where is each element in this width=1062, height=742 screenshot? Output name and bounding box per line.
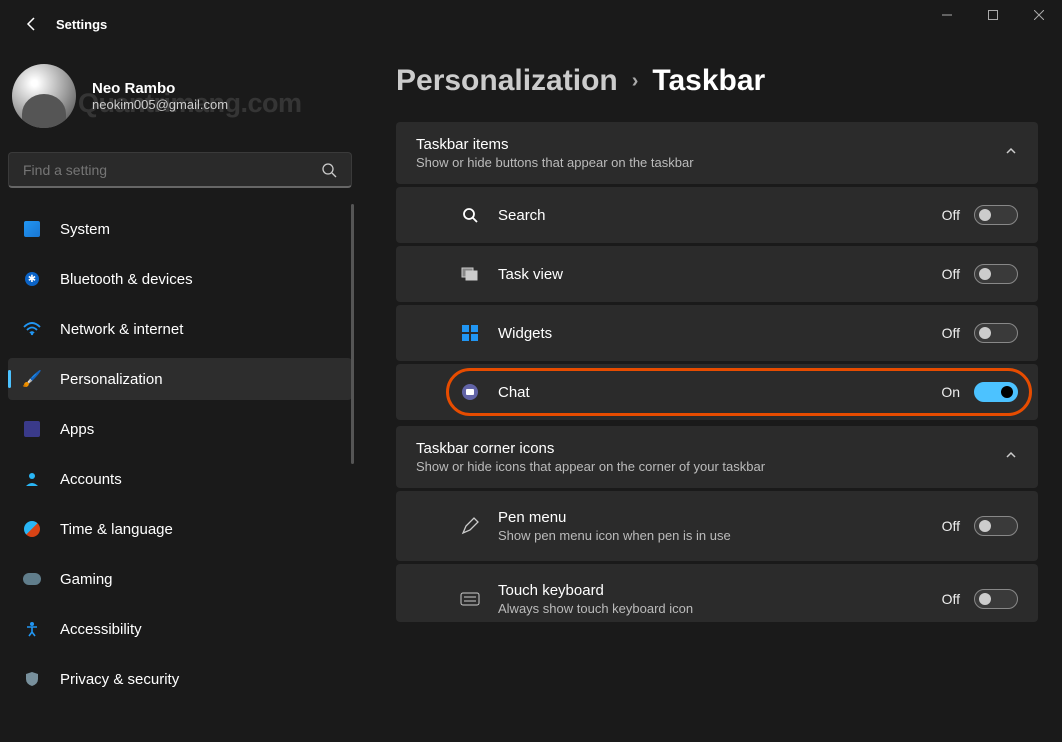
toggle-state: Off xyxy=(942,207,960,223)
avatar xyxy=(12,64,76,128)
close-icon xyxy=(1034,10,1044,20)
toggle-state: Off xyxy=(942,518,960,534)
sidebar-item-accessibility[interactable]: Accessibility xyxy=(8,608,352,650)
breadcrumb-parent[interactable]: Personalization xyxy=(396,64,618,98)
shield-icon xyxy=(22,669,42,689)
row-widgets: Widgets Off xyxy=(396,305,1038,361)
sidebar-item-network[interactable]: Network & internet xyxy=(8,308,352,350)
arrow-left-icon xyxy=(24,16,40,32)
minimize-icon xyxy=(942,10,952,20)
row-taskview: Task view Off xyxy=(396,246,1038,302)
toggle-widgets[interactable] xyxy=(974,323,1018,343)
sidebar-item-accounts[interactable]: Accounts xyxy=(8,458,352,500)
chevron-up-icon xyxy=(1004,144,1018,163)
toggle-chat[interactable] xyxy=(974,382,1018,402)
section-header-corner-icons[interactable]: Taskbar corner icons Show or hide icons … xyxy=(396,426,1038,488)
display-icon xyxy=(24,221,40,237)
pen-icon xyxy=(460,516,480,536)
profile-name: Neo Rambo xyxy=(92,80,228,97)
widgets-icon xyxy=(460,323,480,343)
toggle-pen-menu[interactable] xyxy=(974,516,1018,536)
page-title: Taskbar xyxy=(652,64,765,98)
back-button[interactable] xyxy=(12,4,52,44)
minimize-button[interactable] xyxy=(924,0,970,30)
toggle-state: Off xyxy=(942,266,960,282)
toggle-search[interactable] xyxy=(974,205,1018,225)
search-icon xyxy=(321,162,337,178)
search-icon xyxy=(460,205,480,225)
toggle-touch-keyboard[interactable] xyxy=(974,589,1018,609)
sidebar-item-system[interactable]: System xyxy=(8,208,352,250)
breadcrumb: Personalization › Taskbar xyxy=(396,64,1038,98)
search-input[interactable] xyxy=(23,162,321,178)
chat-icon xyxy=(460,382,480,402)
toggle-state: On xyxy=(941,384,960,400)
search-box[interactable] xyxy=(8,152,352,188)
sidebar-item-time[interactable]: Time & language xyxy=(8,508,352,550)
keyboard-icon xyxy=(460,589,480,609)
sidebar-item-personalization[interactable]: 🖌️ Personalization xyxy=(8,358,352,400)
close-button[interactable] xyxy=(1016,0,1062,30)
sidebar-item-bluetooth[interactable]: ✱ Bluetooth & devices xyxy=(8,258,352,300)
section-header-taskbar-items[interactable]: Taskbar items Show or hide buttons that … xyxy=(396,122,1038,184)
accessibility-icon xyxy=(22,619,42,639)
window-title: Settings xyxy=(56,17,107,32)
maximize-button[interactable] xyxy=(970,0,1016,30)
wifi-icon xyxy=(22,319,42,339)
person-icon xyxy=(22,469,42,489)
row-search: Search Off xyxy=(396,187,1038,243)
apps-icon xyxy=(24,421,40,437)
sidebar-scrollbar[interactable] xyxy=(351,204,354,464)
chevron-right-icon: › xyxy=(632,70,639,93)
maximize-icon xyxy=(988,10,998,20)
sidebar-item-apps[interactable]: Apps xyxy=(8,408,352,450)
toggle-state: Off xyxy=(942,325,960,341)
toggle-taskview[interactable] xyxy=(974,264,1018,284)
bluetooth-icon: ✱ xyxy=(25,272,39,286)
taskview-icon xyxy=(460,264,480,284)
row-touch-keyboard: Touch keyboard Always show touch keyboar… xyxy=(396,564,1038,622)
gamepad-icon xyxy=(23,573,41,585)
paintbrush-icon: 🖌️ xyxy=(22,369,42,389)
toggle-state: Off xyxy=(942,591,960,607)
chevron-up-icon xyxy=(1004,448,1018,467)
sidebar-item-privacy[interactable]: Privacy & security xyxy=(8,658,352,700)
sidebar-item-gaming[interactable]: Gaming xyxy=(8,558,352,600)
globe-clock-icon xyxy=(24,521,40,537)
row-chat: Chat On xyxy=(396,364,1038,420)
row-pen-menu: Pen menu Show pen menu icon when pen is … xyxy=(396,491,1038,561)
profile-block[interactable]: Quantrimang.com Neo Rambo neokim005@gmai… xyxy=(8,48,352,144)
profile-email: neokim005@gmail.com xyxy=(92,97,228,112)
